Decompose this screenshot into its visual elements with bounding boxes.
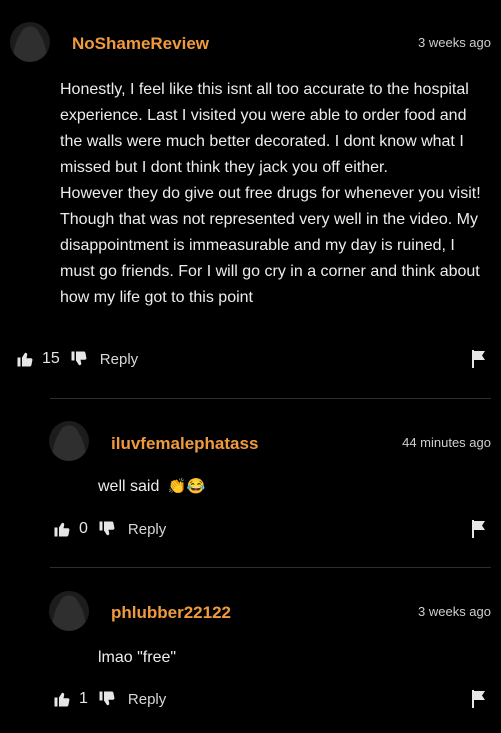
username[interactable]: iluvfemalephatass <box>111 434 258 454</box>
divider <box>50 567 491 568</box>
comment-text: Honestly, I feel like this isnt all too … <box>60 81 481 306</box>
flag-icon[interactable] <box>471 350 487 368</box>
comment-actions: 0 Reply <box>53 518 166 540</box>
flag-icon[interactable] <box>471 690 487 708</box>
avatar[interactable] <box>49 421 89 461</box>
reply-button[interactable]: Reply <box>128 521 166 538</box>
thumbs-down-icon[interactable] <box>98 690 116 708</box>
like-count: 0 <box>79 520 88 537</box>
like-count: 1 <box>79 690 88 707</box>
like-count: 15 <box>42 350 60 367</box>
comment-text: well said 👏😂 <box>98 474 478 500</box>
comment-actions: 15 Reply <box>16 348 138 370</box>
thumbs-up-icon[interactable] <box>53 520 71 538</box>
emoji-clap-laugh: 👏😂 <box>167 478 206 495</box>
username[interactable]: phlubber22122 <box>111 603 231 623</box>
reply-button[interactable]: Reply <box>100 351 138 368</box>
username[interactable]: NoShameReview <box>72 34 209 54</box>
timestamp: 3 weeks ago <box>418 35 491 50</box>
divider <box>50 398 491 399</box>
thumbs-down-icon[interactable] <box>98 520 116 538</box>
flag-icon[interactable] <box>471 520 487 538</box>
avatar[interactable] <box>49 591 89 631</box>
thumbs-up-icon[interactable] <box>53 690 71 708</box>
comment-actions: 1 Reply <box>53 688 166 710</box>
comment-text-content: well said <box>98 478 160 496</box>
thumbs-up-icon[interactable] <box>16 350 34 368</box>
avatar[interactable] <box>10 22 50 62</box>
reply-button[interactable]: Reply <box>128 691 166 708</box>
thumbs-down-icon[interactable] <box>70 350 88 368</box>
timestamp: 44 minutes ago <box>402 435 491 450</box>
timestamp: 3 weeks ago <box>418 604 491 619</box>
comment-text: lmao "free" <box>98 649 177 666</box>
